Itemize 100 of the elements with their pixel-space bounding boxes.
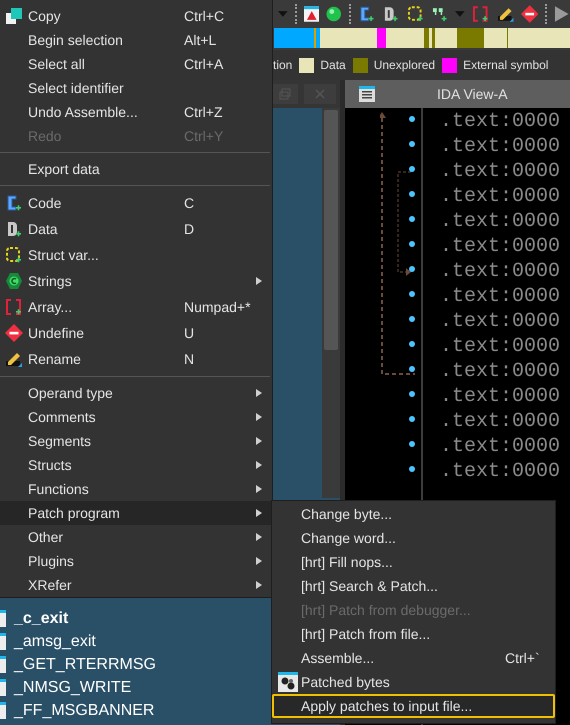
code-line: .text:0000: [440, 462, 560, 482]
navigation-band[interactable]: [274, 28, 570, 48]
legend-label: Data: [320, 57, 346, 74]
function-name[interactable]: _c_exit: [14, 606, 68, 630]
menu-item[interactable]: Struct var...: [0, 242, 272, 268]
code-line: .text:0000: [440, 212, 560, 232]
line-dot-icon: [409, 266, 415, 272]
menu-item[interactable]: Array... Numpad+*: [0, 294, 272, 320]
code-line: .text:0000: [440, 162, 560, 182]
submenu-arrow-icon: [256, 461, 262, 469]
code-line: .text:0000: [440, 112, 560, 132]
window-warning-icon[interactable]: [304, 6, 320, 22]
function-icon: [0, 656, 6, 673]
ball-icon[interactable]: [326, 6, 342, 22]
line-dot-icon: [409, 216, 415, 222]
submenu-arrow-icon: [256, 557, 262, 565]
submenu-arrow-icon: [256, 581, 262, 589]
line-dot-icon: [409, 316, 415, 322]
submenu-arrow-icon: [256, 437, 262, 445]
menu-item[interactable]: Functions: [0, 477, 272, 501]
array-icon: [5, 298, 23, 316]
data-icon: [5, 220, 23, 238]
line-dot-icon: [409, 466, 415, 472]
legend-label: tion: [273, 57, 292, 74]
line-dot-icon: [409, 366, 415, 372]
code-icon: [5, 194, 23, 212]
submenu-item[interactable]: Change byte...: [272, 502, 555, 526]
submenu-item[interactable]: [hrt] Patch from file...: [272, 622, 555, 646]
function-icon: [0, 702, 6, 719]
line-dot-icon: [409, 116, 415, 122]
function-name[interactable]: _amsg_exit: [14, 630, 96, 654]
menu-item[interactable]: Patch program: [0, 501, 272, 525]
menu-item[interactable]: Rename N: [0, 346, 272, 372]
strings-icon: [5, 272, 23, 290]
code-line: .text:0000: [440, 362, 560, 382]
code-line: .text:0000: [440, 386, 560, 406]
code-line: .text:0000: [440, 136, 560, 156]
menu-item[interactable]: XRefer: [0, 573, 272, 597]
code-line: .text:0000: [440, 312, 560, 332]
submenu-arrow-icon: [256, 277, 262, 285]
menu-item[interactable]: Undo Assemble... Ctrl+Z: [0, 100, 272, 124]
menu-item[interactable]: Undefine U: [0, 320, 272, 346]
submenu-arrow-icon: [256, 485, 262, 493]
line-dot-icon: [409, 191, 415, 197]
code-line: .text:0000: [440, 236, 560, 256]
submenu-item[interactable]: Assemble... Ctrl+`: [272, 646, 555, 670]
code-line: .text:0000: [440, 412, 560, 432]
line-dot-icon: [409, 291, 415, 297]
submenu-item[interactable]: Change word...: [272, 526, 555, 550]
menu-item[interactable]: Export data: [0, 157, 272, 181]
line-dot-icon: [409, 141, 415, 147]
menu-item[interactable]: Select all Ctrl+A: [0, 52, 272, 76]
menu-item[interactable]: Strings: [0, 268, 272, 294]
menu-item[interactable]: Code C: [0, 190, 272, 216]
line-dot-icon: [409, 441, 415, 447]
undefine-icon: [521, 5, 538, 23]
submenu-item[interactable]: Apply patches to input file...: [272, 694, 555, 718]
submenu-item[interactable]: [hrt] Fill nops...: [272, 550, 555, 574]
submenu-item[interactable]: Patched bytes: [272, 670, 555, 694]
function-name[interactable]: _NMSG_WRITE: [14, 676, 132, 700]
quotes-icon[interactable]: [431, 5, 448, 23]
listing-icon: [359, 86, 375, 102]
submenu-arrow-icon: [256, 413, 262, 421]
submenu-item[interactable]: [hrt] Search & Patch...: [272, 574, 555, 598]
submenu-arrow-icon: [256, 389, 262, 397]
line-dot-icon: [409, 341, 415, 347]
undefine-icon: [5, 324, 23, 342]
menu-item[interactable]: Select identifier: [0, 76, 272, 100]
array-icon: [472, 5, 490, 23]
menu-item[interactable]: Plugins: [0, 549, 272, 573]
line-dot-icon: [409, 166, 415, 172]
legend-label: Unexplored: [374, 57, 436, 74]
code-icon: [358, 5, 376, 23]
struct-icon: [5, 246, 23, 264]
menu-item[interactable]: Comments: [0, 405, 272, 429]
menu-item[interactable]: Other: [0, 525, 272, 549]
restore-icon: [279, 88, 291, 100]
function-name[interactable]: _FF_MSGBANNER: [14, 698, 154, 722]
menu-item[interactable]: Segments: [0, 429, 272, 453]
code-line: .text:0000: [440, 336, 560, 356]
restore-button[interactable]: [272, 84, 298, 104]
submenu-arrow-icon: [256, 533, 262, 541]
close-icon: [315, 89, 325, 99]
menu-item[interactable]: Data D: [0, 216, 272, 242]
code-line: .text:0000: [440, 262, 560, 282]
legend-label: External symbol: [463, 57, 548, 74]
line-dot-icon: [409, 241, 415, 247]
menu-item[interactable]: Structs: [0, 453, 272, 477]
play-icon[interactable]: [554, 5, 570, 23]
patched-bytes-icon: [278, 672, 298, 692]
menu-item[interactable]: Operand type: [0, 381, 272, 405]
line-dot-icon: [409, 416, 415, 422]
line-dot-icon: [409, 391, 415, 397]
function-icon: [0, 633, 6, 650]
copy-icon: [5, 7, 23, 25]
scrollbar[interactable]: [322, 108, 340, 498]
pencil-icon: [5, 350, 23, 368]
function-icon: [0, 610, 6, 627]
data-icon: [382, 5, 400, 23]
function-name[interactable]: _GET_RTERRMSG: [14, 652, 156, 676]
